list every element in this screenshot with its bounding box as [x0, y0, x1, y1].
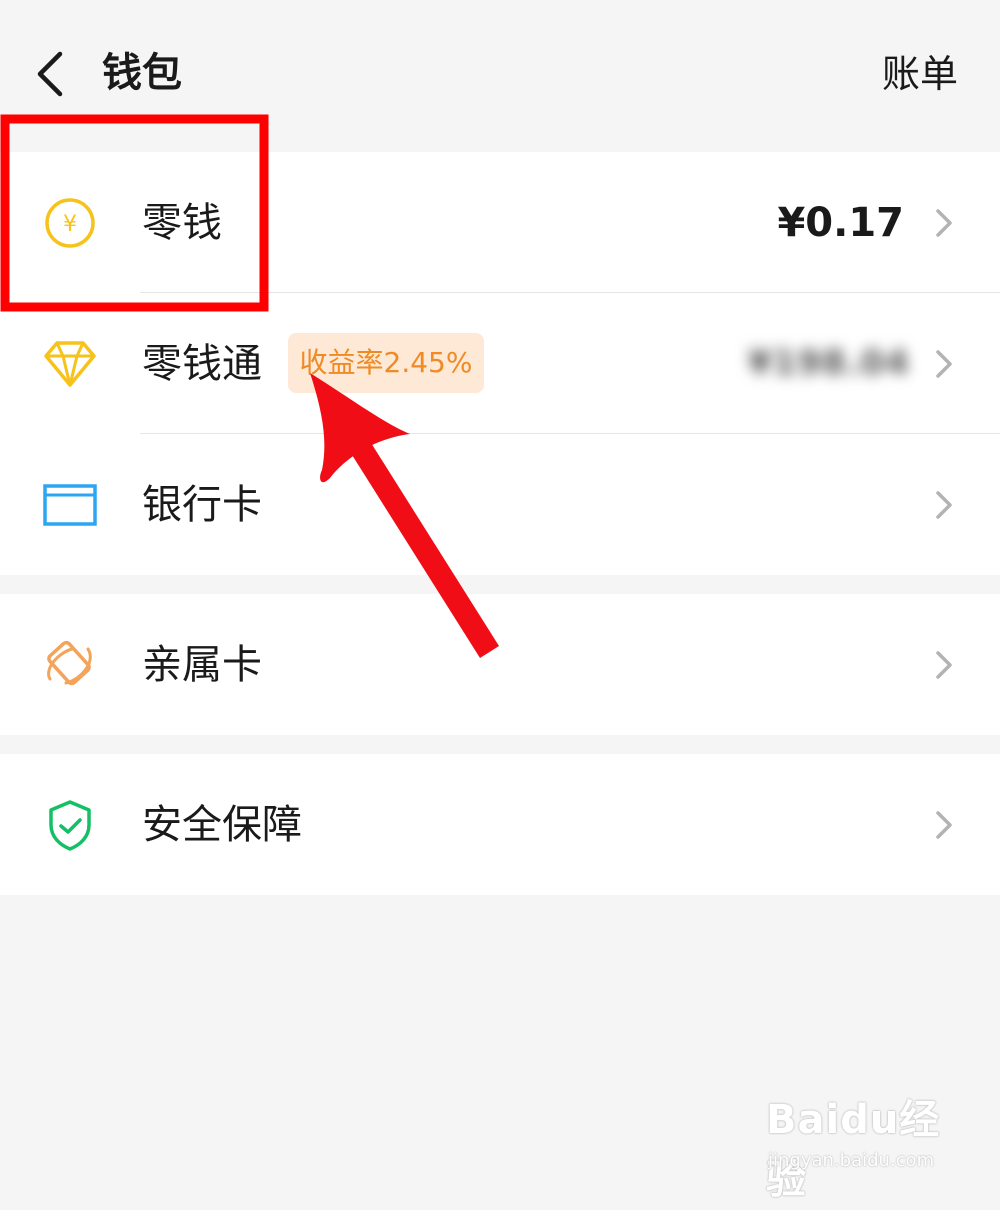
- shield-check-icon: [42, 799, 98, 851]
- watermark-url: jingyan.baidu.com: [768, 1150, 935, 1171]
- chevron-right-icon: [936, 811, 952, 839]
- change-label: 零钱: [142, 200, 222, 246]
- chevron-right-icon: [936, 651, 952, 679]
- bank-card-label: 银行卡: [142, 482, 262, 528]
- bill-button[interactable]: 账单: [882, 47, 958, 101]
- yuan-coin-icon: ¥: [42, 197, 98, 249]
- security-row[interactable]: 安全保障: [0, 754, 1000, 895]
- lingqiantong-balance-obscured: ¥198.04: [748, 343, 910, 383]
- yield-rate-badge: 收益率2.45%: [288, 333, 484, 393]
- diamond-icon: [42, 338, 98, 390]
- change-balance: ¥0.17: [777, 200, 904, 246]
- family-card-icon: [42, 639, 98, 691]
- chevron-left-icon: [37, 51, 63, 97]
- security-label: 安全保障: [142, 802, 302, 848]
- family-card-label: 亲属卡: [142, 642, 262, 688]
- page-title: 钱包: [102, 50, 182, 96]
- family-card-row[interactable]: 亲属卡: [0, 594, 1000, 735]
- change-row[interactable]: ¥ 零钱 ¥0.17: [0, 152, 1000, 293]
- bank-card-row[interactable]: 银行卡: [0, 434, 1000, 575]
- chevron-right-icon: [936, 491, 952, 519]
- top-nav-bar: 钱包 账单: [0, 0, 1000, 150]
- watermark-brand: Baidu经验: [766, 1097, 941, 1203]
- chevron-right-icon: [936, 350, 952, 378]
- baidu-jingyan-watermark: Baidu经验 jingyan.baidu.com: [766, 1090, 966, 1203]
- lingqiantong-label: 零钱通: [142, 341, 262, 387]
- chevron-right-icon: [936, 209, 952, 237]
- security-group: 安全保障: [0, 754, 1000, 895]
- family-card-group: 亲属卡: [0, 594, 1000, 735]
- back-button[interactable]: [30, 48, 74, 100]
- bank-card-icon: [42, 479, 98, 531]
- svg-text:¥: ¥: [63, 212, 77, 237]
